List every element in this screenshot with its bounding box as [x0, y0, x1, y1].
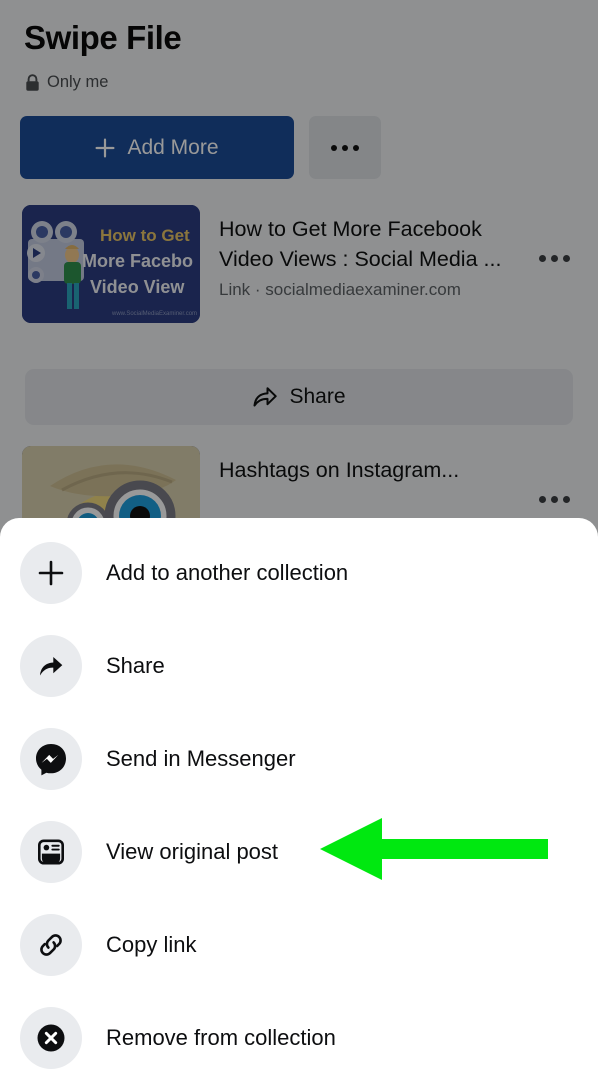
menu-item-label: Add to another collection [106, 559, 349, 585]
page-title: Swipe File [24, 19, 182, 56]
saved-item-text: How to Get More Facebook Video Views : S… [200, 205, 532, 300]
share-arrow-icon [252, 384, 278, 410]
ellipsis-icon-dot [550, 255, 558, 262]
ellipsis-icon-dot [331, 144, 337, 151]
add-more-label: Add More [127, 135, 219, 159]
menu-item-copy-link[interactable]: Copy link [0, 898, 598, 991]
saved-item-title: How to Get More Facebook Video Views : S… [219, 217, 502, 271]
plus-icon [20, 541, 82, 604]
svg-text:More Facebo: More Facebo [82, 251, 193, 271]
bottom-sheet-menu: Add to another collection Share Send in … [0, 518, 598, 1080]
menu-item-label: Remove from collection [106, 1024, 336, 1050]
saved-item-text: Hashtags on Instagram... [200, 446, 532, 485]
svg-text:Video View: Video View [90, 277, 185, 297]
svg-text:www.SocialMediaExaminer.com: www.SocialMediaExaminer.com [111, 311, 197, 317]
ellipsis-icon-dot [538, 496, 546, 503]
action-button-row: Add More [20, 116, 381, 179]
svg-text:How to Get: How to Get [100, 226, 190, 245]
messenger-icon [20, 727, 82, 790]
saved-item-title: Hashtags on Instagram... [219, 458, 460, 482]
privacy-label: Only me [47, 73, 109, 91]
link-chain-icon [20, 913, 82, 976]
saved-item-overflow-button[interactable] [532, 205, 576, 262]
ellipsis-icon-dot [538, 255, 546, 262]
menu-item-label: Copy link [106, 931, 197, 957]
saved-item-card[interactable]: How to Get More Facebo Video View www.So… [0, 205, 598, 323]
share-arrow-icon [20, 634, 82, 697]
ellipsis-icon-dot [550, 496, 558, 503]
app-screen: Swipe File Only me Add More How to Get M… [0, 0, 598, 1080]
menu-item-send-in-messenger[interactable]: Send in Messenger [0, 712, 598, 805]
ellipsis-icon-dot [562, 255, 570, 262]
privacy-row: Only me [25, 73, 108, 92]
menu-item-remove-from-collection[interactable]: Remove from collection [0, 991, 598, 1080]
share-bar-label: Share [289, 385, 346, 408]
post-article-icon [20, 820, 82, 883]
ellipsis-icon-dot [562, 496, 570, 503]
add-more-button[interactable]: Add More [20, 116, 294, 179]
menu-item-share[interactable]: Share [0, 619, 598, 712]
menu-item-label: View original post [106, 838, 279, 864]
saved-item-subtitle: Link · socialmediaexaminer.com [219, 280, 461, 299]
saved-item-overflow-button[interactable] [532, 446, 576, 503]
lock-icon [25, 73, 40, 92]
close-circle-icon [20, 1006, 82, 1069]
menu-item-view-original-post[interactable]: View original post [0, 805, 598, 898]
share-bar-button[interactable]: Share [25, 369, 573, 425]
ellipsis-icon-dot [342, 144, 348, 151]
saved-item-thumbnail: How to Get More Facebo Video View www.So… [22, 205, 200, 323]
menu-item-label: Share [106, 652, 165, 678]
collection-more-options-button[interactable] [309, 116, 381, 179]
ellipsis-icon-dot [353, 144, 359, 151]
menu-item-add-to-another-collection[interactable]: Add to another collection [0, 526, 598, 619]
plus-icon [95, 138, 115, 158]
menu-item-label: Send in Messenger [106, 745, 296, 771]
